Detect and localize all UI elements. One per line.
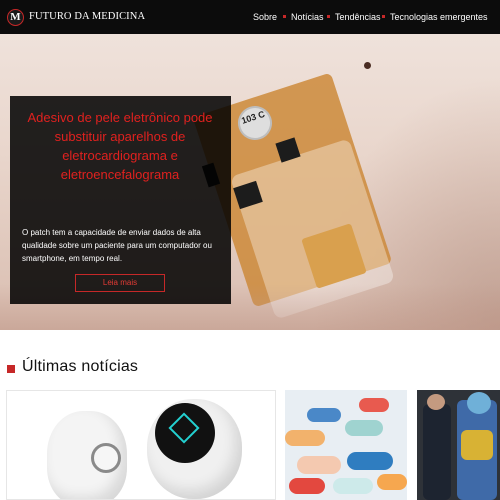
logo-icon[interactable]: M — [7, 9, 24, 26]
pill-image — [359, 398, 389, 412]
read-more-button[interactable]: Leia mais — [75, 274, 165, 292]
person-figure — [423, 404, 451, 500]
brand-name[interactable]: FUTURO DA MEDICINA — [29, 11, 145, 22]
pill-image — [345, 420, 383, 436]
pill-image — [297, 456, 341, 474]
pill-image — [285, 430, 325, 446]
nav-separator-dot — [382, 15, 385, 18]
pill-image — [289, 478, 325, 494]
nav-item-tendencias[interactable]: Tendências — [335, 12, 381, 22]
news-card-people[interactable] — [417, 390, 500, 500]
nav-item-tecnologias-emergentes[interactable]: Tecnologias emergentes — [390, 12, 488, 22]
costume-head — [467, 392, 491, 414]
news-card-device[interactable] — [6, 390, 276, 500]
pill-image — [377, 474, 407, 490]
skin-mole — [364, 62, 371, 69]
featured-article-panel: Adesivo de pele eletrônico pode substitu… — [10, 96, 231, 304]
pill-image — [347, 452, 393, 470]
nav-item-sobre[interactable]: Sobre — [253, 12, 277, 22]
latest-news-heading: Últimas notícias — [22, 358, 139, 375]
nav-separator-dot — [327, 15, 330, 18]
news-card-pills[interactable] — [285, 390, 407, 500]
costume-detail — [461, 430, 493, 460]
featured-article-excerpt: O patch tem a capacidade de enviar dados… — [22, 228, 212, 263]
nav-item-noticias[interactable]: Notícias — [291, 12, 324, 22]
nav-separator-dot — [283, 15, 286, 18]
person-head — [427, 394, 445, 410]
top-navigation-bar: M FUTURO DA MEDICINA Sobre Notícias Tend… — [0, 0, 500, 34]
power-button-icon — [91, 443, 121, 473]
pill-image — [333, 478, 373, 494]
featured-article-title[interactable]: Adesivo de pele eletrônico pode substitu… — [20, 108, 220, 184]
section-marker-icon — [7, 365, 15, 373]
pill-image — [307, 408, 341, 422]
